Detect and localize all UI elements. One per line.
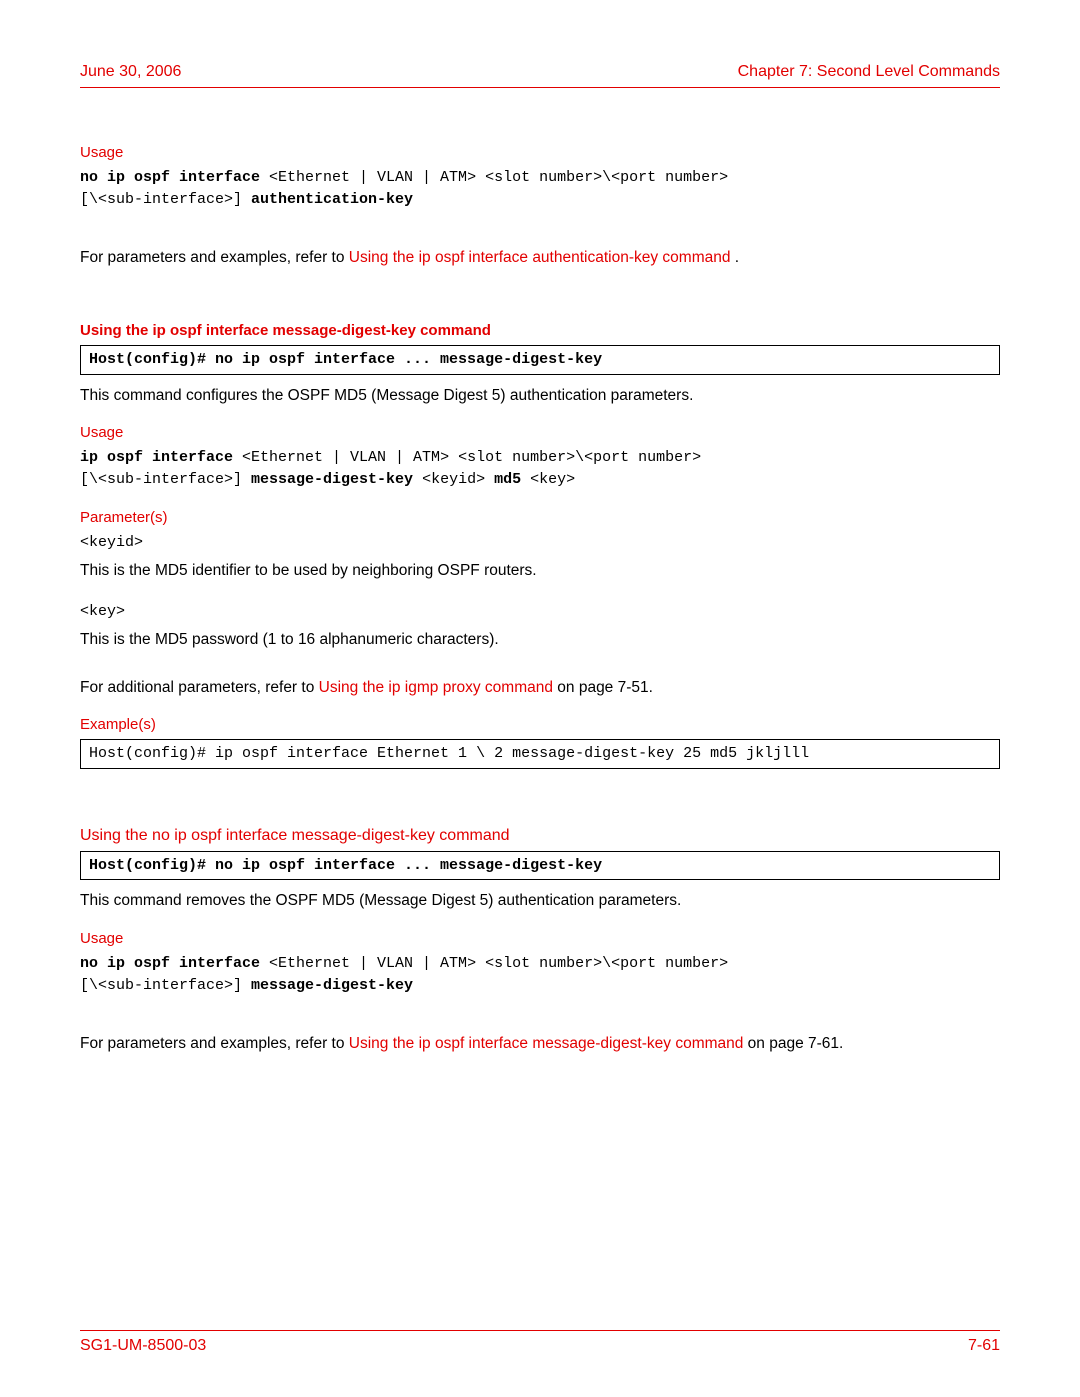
- addl-suffix: on page 7-51.: [553, 679, 653, 696]
- reference-text-1: For parameters and examples, refer to Us…: [80, 247, 1000, 269]
- param-name-key: <key>: [80, 601, 1000, 623]
- usage-code-1: no ip ospf interface <Ethernet | VLAN | …: [80, 167, 1000, 211]
- ref-suffix: .: [730, 249, 739, 266]
- code-keyword: message-digest-key: [251, 977, 413, 994]
- usage-heading-3: Usage: [80, 930, 1000, 947]
- code-keyword: no ip ospf interface: [80, 169, 269, 186]
- footer-doc-id: SG1-UM-8500-03: [80, 1337, 206, 1355]
- section-desc: This command configures the OSPF MD5 (Me…: [80, 385, 1000, 407]
- reference-link[interactable]: Using the ip igmp proxy command: [319, 679, 553, 696]
- code-keyword: md5: [494, 471, 530, 488]
- reference-link[interactable]: Using the ip ospf interface message-dige…: [349, 1035, 744, 1052]
- header-chapter: Chapter 7: Second Level Commands: [738, 63, 1000, 81]
- param-name-keyid: <keyid>: [80, 532, 1000, 554]
- section-title-md5: Using the ip ospf interface message-dige…: [80, 322, 1000, 339]
- ref-suffix: on page 7-61.: [743, 1035, 843, 1052]
- usage-code-3: no ip ospf interface <Ethernet | VLAN | …: [80, 953, 1000, 997]
- footer-page-number: 7-61: [968, 1337, 1000, 1355]
- code-args: <keyid>: [422, 471, 494, 488]
- command-box: Host(config)# no ip ospf interface ... m…: [80, 851, 1000, 881]
- examples-heading: Example(s): [80, 716, 1000, 733]
- page-footer: SG1-UM-8500-03 7-61: [80, 1330, 1000, 1355]
- page: June 30, 2006 Chapter 7: Second Level Co…: [0, 0, 1080, 1397]
- example-box: Host(config)# ip ospf interface Ethernet…: [80, 739, 1000, 769]
- ref-prefix: For parameters and examples, refer to: [80, 1035, 349, 1052]
- param-desc-key: This is the MD5 password (1 to 16 alphan…: [80, 629, 1000, 651]
- param-desc-keyid: This is the MD5 identifier to be used by…: [80, 560, 1000, 582]
- code-keyword: message-digest-key: [251, 471, 422, 488]
- usage-heading-1: Usage: [80, 144, 1000, 161]
- section-title-no-md5: Using the no ip ospf interface message-d…: [80, 827, 1000, 845]
- addl-prefix: For additional parameters, refer to: [80, 679, 319, 696]
- code-keyword: ip ospf interface: [80, 449, 242, 466]
- command-box: Host(config)# no ip ospf interface ... m…: [80, 345, 1000, 375]
- usage-heading-2: Usage: [80, 424, 1000, 441]
- reference-link[interactable]: Using the ip ospf interface authenticati…: [349, 249, 731, 266]
- code-keyword: authentication-key: [251, 191, 413, 208]
- additional-params-text: For additional parameters, refer to Usin…: [80, 677, 1000, 699]
- section-desc: This command removes the OSPF MD5 (Messa…: [80, 890, 1000, 912]
- ref-prefix: For parameters and examples, refer to: [80, 249, 349, 266]
- parameters-heading: Parameter(s): [80, 509, 1000, 526]
- reference-text-3: For parameters and examples, refer to Us…: [80, 1033, 1000, 1055]
- code-args: <key>: [530, 471, 575, 488]
- usage-code-2: ip ospf interface <Ethernet | VLAN | ATM…: [80, 447, 1000, 491]
- header-date: June 30, 2006: [80, 63, 181, 81]
- code-keyword: no ip ospf interface: [80, 955, 269, 972]
- page-header: June 30, 2006 Chapter 7: Second Level Co…: [80, 63, 1000, 88]
